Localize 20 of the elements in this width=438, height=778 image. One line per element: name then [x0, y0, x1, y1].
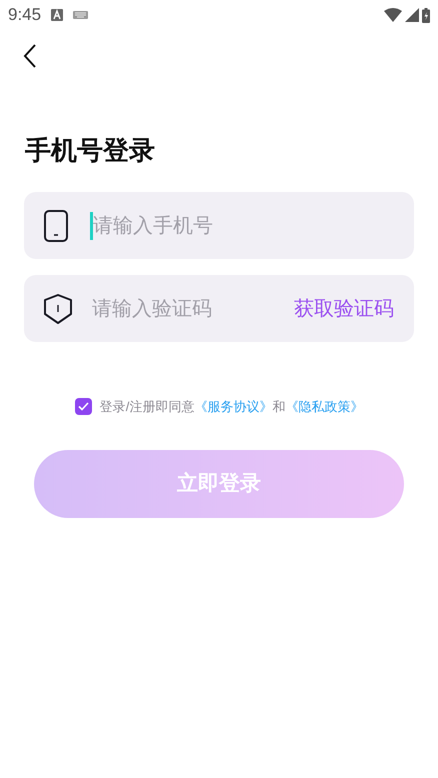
phone-icon	[44, 210, 68, 242]
back-icon	[23, 44, 37, 68]
input-text[interactable]: 请输入验证码	[92, 294, 294, 324]
input-text[interactable]: 请输入手机号	[93, 210, 394, 240]
page-title: 手机号登录	[25, 134, 156, 167]
status-time: 9:45	[8, 4, 42, 26]
battery-icon	[422, 8, 430, 22]
wifi-icon	[384, 8, 402, 22]
input-field[interactable]: 请输入验证码 获取验证码	[24, 275, 414, 342]
service-agreement-link[interactable]: 《服务协议》	[194, 399, 272, 414]
agreement-checkbox[interactable]	[74, 398, 92, 416]
keyboard-icon	[73, 11, 88, 19]
notification-icon	[51, 9, 64, 21]
signal-icon	[405, 8, 419, 22]
get-code-link[interactable]: 获取验证码	[294, 294, 394, 324]
check-icon	[78, 402, 89, 412]
shield-icon	[44, 294, 72, 324]
agreement-text: 登录/注册即同意《服务协议》和《隐私政策》	[100, 398, 364, 416]
input-field[interactable]: 请输入手机号	[24, 192, 414, 259]
privacy-policy-link[interactable]: 《隐私政策》	[285, 399, 364, 414]
